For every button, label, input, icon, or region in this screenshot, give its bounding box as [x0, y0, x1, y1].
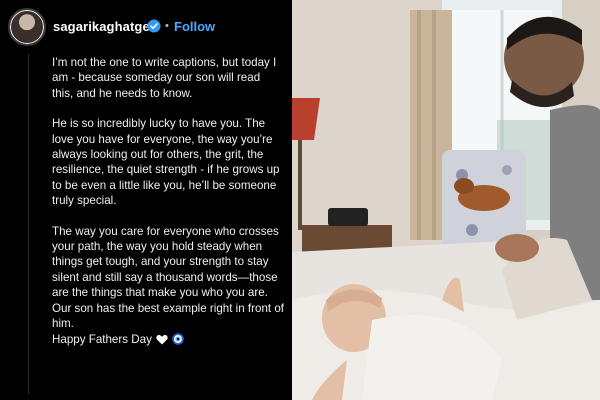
- username[interactable]: sagarikaghatge: [53, 19, 150, 34]
- follow-button[interactable]: Follow: [174, 19, 215, 34]
- caption-paragraph-1: I’m not the one to write captions, but t…: [52, 56, 277, 100]
- instagram-post-screenshot: sagarikaghatge • Follow I’m not the one …: [0, 0, 600, 400]
- story-ring: [8, 8, 46, 46]
- separator-dot: •: [165, 20, 169, 32]
- caption-paragraph-3: The way you care for everyone who crosse…: [52, 224, 279, 300]
- white-heart-icon: [156, 334, 168, 345]
- post-photo: [292, 0, 600, 400]
- nazar-amulet-icon: [172, 333, 184, 346]
- photo-illustration: [292, 0, 600, 400]
- caption-paragraph-2: He is so incredibly lucky to have you. T…: [52, 117, 280, 208]
- avatar[interactable]: [8, 8, 46, 46]
- post-caption: I’m not the one to write captions, but t…: [52, 55, 284, 347]
- caption-paragraph-4: Our son has the best example right in fr…: [52, 301, 284, 331]
- caption-panel: sagarikaghatge • Follow I’m not the one …: [0, 0, 292, 400]
- thread-line: [28, 54, 29, 394]
- caption-signoff: Happy Fathers Day: [52, 332, 284, 347]
- signoff-text: Happy Fathers Day: [52, 332, 152, 346]
- verified-badge-icon: [147, 19, 161, 33]
- post-header: sagarikaghatge • Follow: [0, 0, 292, 52]
